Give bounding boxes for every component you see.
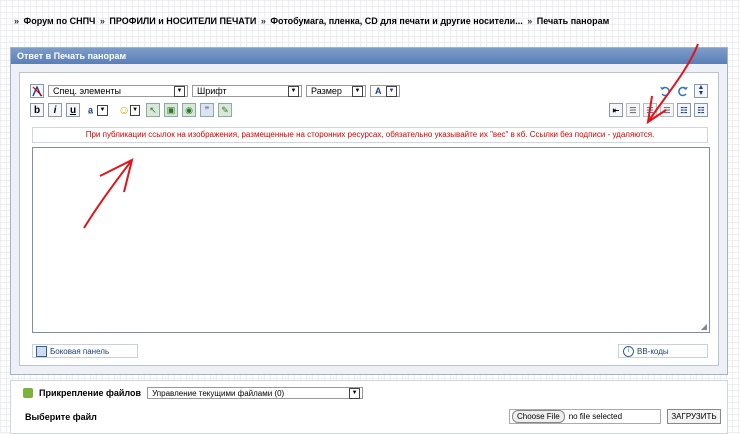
align-center-icon: ☰ — [646, 105, 654, 115]
image-icon: ▣ — [166, 104, 176, 115]
side-panel-button[interactable]: Боковая панель — [32, 344, 138, 358]
info-icon: i — [623, 345, 634, 357]
message-textarea[interactable]: ◢ — [32, 147, 710, 333]
outdent-button[interactable]: ⇤ — [609, 103, 623, 117]
breadcrumb-separator: » — [99, 16, 105, 26]
chevron-down-icon: ▼ — [174, 85, 185, 97]
code-icon: ✎ — [221, 104, 229, 115]
remove-format-button[interactable] — [30, 84, 44, 98]
side-panel-icon — [36, 345, 47, 357]
breadcrumb-item-profiles[interactable]: ПРОФИЛИ и НОСИТЕЛИ ПЕЧАТИ — [109, 16, 256, 26]
file-input[interactable]: Choose File no file selected — [509, 409, 661, 424]
no-file-text: no file selected — [568, 412, 623, 421]
breadcrumb-item-media[interactable]: Фотобумага, пленка, CD для печати и друг… — [270, 16, 522, 26]
special-elements-label: Спец. элементы — [53, 86, 121, 96]
resize-arrows-icon: ▲ ▼ — [697, 84, 705, 97]
toolbar-row-2-right: ⇤ ☰ ☰ ☰ ☷ ☷ — [609, 102, 708, 118]
video-icon: ◉ — [185, 104, 193, 115]
breadcrumb-separator: » — [260, 16, 266, 26]
quote-icon: ❞ — [204, 104, 210, 115]
insert-quote-button[interactable]: ❞ — [200, 103, 214, 117]
link-icon: ↖ — [149, 104, 157, 115]
insert-video-button[interactable]: ◉ — [182, 103, 196, 117]
toolbar-row-2: b i u a̲ ▼ ☺ ▼ ↖ ▣ ◉ ❞ ✎ — [30, 102, 232, 118]
chevron-down-icon: ▼ — [130, 104, 140, 116]
chevron-down-icon: ▼ — [349, 387, 361, 399]
insert-code-button[interactable]: ✎ — [218, 103, 232, 117]
undo-icon — [660, 86, 670, 97]
align-right-button[interactable]: ☰ — [660, 103, 674, 117]
bbcodes-label: BB-коды — [637, 346, 669, 356]
breadcrumb-item-forum[interactable]: Форум по СНПЧ — [24, 16, 96, 26]
align-right-icon: ☰ — [663, 105, 671, 115]
editor-box: Спец. элементы ▼ Шрифт ▼ Размер ▼ A ▼ ▲ … — [19, 72, 719, 366]
ordered-list-icon: ☷ — [680, 105, 688, 115]
manage-files-label: Управление текущими файлами (0) — [152, 388, 285, 398]
attachments-panel: Прикрепление файлов Управление текущими … — [10, 380, 728, 434]
insert-link-button[interactable]: ↖ — [146, 103, 160, 117]
size-select-label: Размер — [311, 86, 342, 96]
breadcrumb-prefix: » — [14, 16, 20, 26]
attachments-header: Прикрепление файлов Управление текущими … — [23, 387, 364, 399]
remove-format-icon — [31, 85, 42, 96]
align-left-icon: ☰ — [629, 105, 637, 115]
unordered-list-icon: ☷ — [697, 105, 705, 115]
breadcrumb-item-current: Печать панорам — [536, 16, 610, 26]
redo-button[interactable] — [676, 84, 690, 98]
special-elements-select[interactable]: Спец. элементы ▼ — [48, 85, 188, 97]
chevron-down-icon: ▼ — [288, 85, 299, 97]
toolbar-row-1-right: ▲ ▼ — [658, 83, 708, 99]
reply-panel: Ответ в Печать панорам Спец. элементы ▼ … — [10, 47, 728, 375]
side-panel-label: Боковая панель — [50, 346, 110, 356]
smiley-select[interactable]: ☺ ▼ — [114, 103, 142, 117]
upload-button[interactable]: ЗАГРУЗИТЬ — [667, 409, 721, 424]
breadcrumb: » Форум по СНПЧ » ПРОФИЛИ и НОСИТЕЛИ ПЕЧ… — [12, 16, 609, 26]
chevron-down-icon: ▼ — [352, 85, 363, 97]
chevron-down-icon: ▼ — [97, 104, 108, 116]
text-align-select[interactable]: a̲ ▼ — [84, 104, 110, 116]
choose-file-label: Выберите файл — [25, 412, 97, 422]
choose-file-button[interactable]: Choose File — [512, 410, 565, 423]
align-label: a̲ — [88, 105, 94, 115]
align-left-button[interactable]: ☰ — [626, 103, 640, 117]
resize-grip-icon[interactable]: ◢ — [701, 322, 707, 331]
manage-files-select[interactable]: Управление текущими файлами (0) ▼ — [147, 387, 364, 399]
font-select[interactable]: Шрифт ▼ — [192, 85, 302, 97]
font-color-select[interactable]: A ▼ — [370, 85, 400, 97]
chevron-down-icon: ▼ — [386, 85, 397, 97]
ordered-list-button[interactable]: ☷ — [677, 103, 691, 117]
paperclip-icon — [23, 388, 33, 398]
font-select-label: Шрифт — [197, 86, 227, 96]
attachments-title: Прикрепление файлов — [39, 388, 142, 398]
align-center-button[interactable]: ☰ — [643, 103, 657, 117]
posting-notice: При публикации ссылок на изображения, ра… — [32, 127, 708, 143]
toolbar-row-1: Спец. элементы ▼ Шрифт ▼ Размер ▼ A ▼ — [30, 83, 400, 99]
redo-icon — [678, 86, 688, 97]
outdent-icon: ⇤ — [612, 105, 620, 115]
font-color-label: A — [375, 86, 382, 96]
undo-button[interactable] — [658, 84, 672, 98]
underline-button[interactable]: u — [66, 103, 80, 117]
bold-button[interactable]: b — [30, 103, 44, 117]
insert-image-button[interactable]: ▣ — [164, 103, 178, 117]
breadcrumb-separator: » — [527, 16, 533, 26]
resize-toggle-button[interactable]: ▲ ▼ — [694, 84, 708, 98]
unordered-list-button[interactable]: ☷ — [694, 103, 708, 117]
size-select[interactable]: Размер ▼ — [306, 85, 366, 97]
panel-title: Ответ в Печать панорам — [11, 48, 727, 64]
bbcodes-button[interactable]: i BB-коды — [618, 344, 708, 358]
smiley-icon: ☺ — [118, 103, 131, 117]
italic-button[interactable]: i — [48, 103, 62, 117]
